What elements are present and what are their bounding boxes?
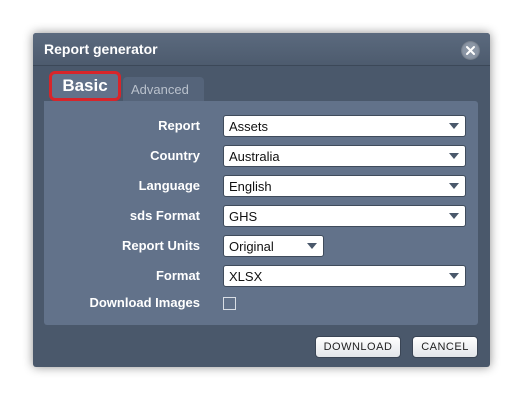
chevron-down-icon	[449, 213, 459, 219]
download-button[interactable]: DOWNLOAD	[315, 336, 401, 358]
sds-format-select[interactable]: GHS	[223, 205, 466, 227]
report-units-label: Report Units	[122, 238, 200, 253]
format-select[interactable]: XLSX	[223, 265, 466, 287]
basic-tab-panel: Report Assets Country Australia Language…	[44, 101, 478, 325]
language-select-value: English	[229, 179, 272, 194]
chevron-down-icon	[449, 123, 459, 129]
report-generator-dialog: Report generator Basic Advanced Report A…	[33, 33, 490, 367]
report-units-select-value: Original	[229, 239, 274, 254]
download-images-label: Download Images	[89, 295, 200, 310]
report-units-select[interactable]: Original	[223, 235, 324, 257]
tab-advanced[interactable]: Advanced	[123, 77, 204, 103]
chevron-down-icon	[449, 153, 459, 159]
download-images-checkbox[interactable]	[223, 297, 236, 310]
dialog-title: Report generator	[44, 41, 158, 57]
chevron-down-icon	[307, 243, 317, 249]
format-label: Format	[155, 268, 200, 283]
chevron-down-icon	[449, 273, 459, 279]
format-select-value: XLSX	[229, 269, 263, 284]
country-label: Country	[150, 148, 200, 163]
country-select[interactable]: Australia	[223, 145, 466, 167]
country-select-value: Australia	[229, 149, 280, 164]
language-label: Language	[138, 178, 200, 193]
sds-format-label: sds Format	[129, 208, 200, 223]
chevron-down-icon	[449, 183, 459, 189]
tab-basic[interactable]: Basic	[49, 71, 121, 101]
close-icon	[466, 46, 475, 55]
report-label: Report	[158, 118, 200, 133]
dialog-titlebar: Report generator	[33, 33, 490, 66]
close-button[interactable]	[461, 41, 480, 60]
language-select[interactable]: English	[223, 175, 466, 197]
sds-format-select-value: GHS	[229, 209, 258, 224]
report-select[interactable]: Assets	[223, 115, 466, 137]
report-select-value: Assets	[229, 119, 269, 134]
cancel-button[interactable]: CANCEL	[412, 336, 478, 358]
